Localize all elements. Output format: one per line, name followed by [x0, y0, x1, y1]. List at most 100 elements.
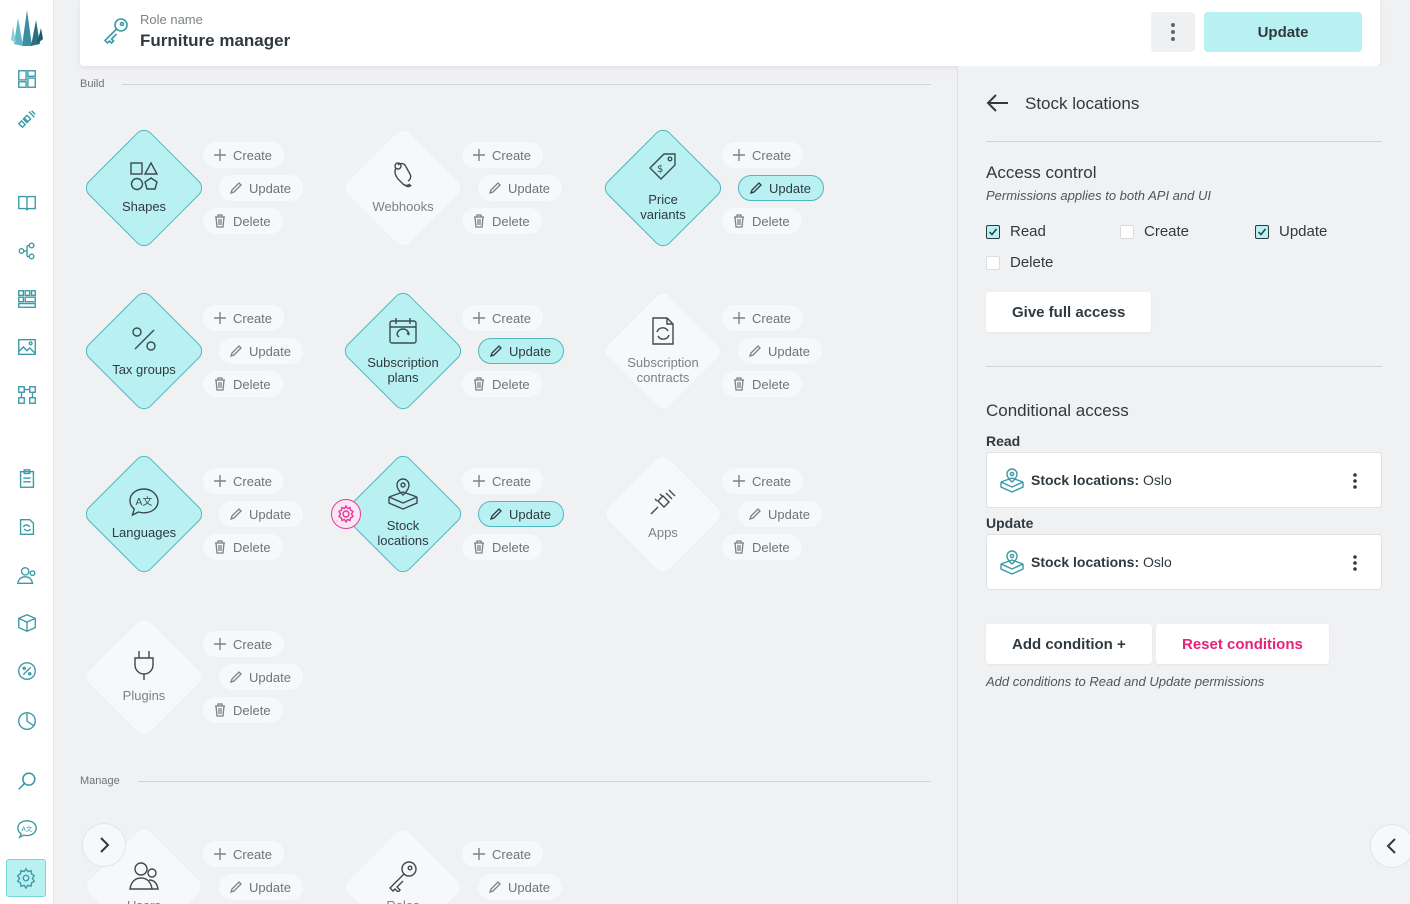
- checkbox-box[interactable]: [1255, 224, 1269, 239]
- expand-button[interactable]: [82, 823, 126, 867]
- create-permission-toggle[interactable]: Create: [203, 631, 285, 657]
- update-permission-toggle[interactable]: Update: [219, 501, 303, 527]
- delete-permission-toggle[interactable]: Delete: [462, 534, 542, 560]
- permission-tile-languages[interactable]: A文 Languages: [81, 451, 207, 577]
- plugin-icon: [126, 647, 162, 683]
- permission-tile-tax-groups[interactable]: Tax groups: [81, 288, 207, 414]
- permission-tile-subscription-contracts[interactable]: Subscription contracts: [600, 288, 726, 414]
- checkbox-box[interactable]: [986, 224, 1000, 239]
- permission-tile-apps[interactable]: Apps: [600, 451, 726, 577]
- translate-icon[interactable]: A文: [14, 816, 40, 842]
- delete-permission-toggle[interactable]: Delete: [462, 208, 542, 234]
- checkbox-box[interactable]: [986, 255, 1000, 270]
- plug-icon[interactable]: [14, 106, 40, 132]
- customers-icon[interactable]: [14, 562, 40, 588]
- collapse-panel-button[interactable]: [1370, 824, 1410, 868]
- clipboard-icon[interactable]: [14, 466, 40, 492]
- conditional-access-title: Conditional access: [986, 401, 1129, 420]
- condition-text: Stock locations: Oslo: [1031, 472, 1172, 488]
- settings-icon[interactable]: [6, 859, 46, 897]
- book-icon[interactable]: [14, 190, 40, 216]
- create-permission-toggle[interactable]: Create: [203, 142, 285, 168]
- permission-tile-roles[interactable]: Roles: [340, 824, 466, 904]
- pencil-icon: [229, 880, 249, 894]
- permission-update-checkbox[interactable]: Update: [1255, 223, 1327, 240]
- permission-tile-price-variants[interactable]: $ Price variants: [600, 125, 726, 251]
- pencil-icon: [749, 181, 769, 195]
- add-condition-button[interactable]: Add condition +: [986, 624, 1152, 664]
- permission-tile-shapes[interactable]: Shapes: [81, 125, 207, 251]
- update-permission-toggle[interactable]: Update: [219, 338, 303, 364]
- create-permission-toggle[interactable]: Create: [203, 841, 285, 867]
- update-permission-toggle[interactable]: Update: [478, 175, 562, 201]
- create-permission-toggle[interactable]: Create: [722, 142, 804, 168]
- condition-card[interactable]: Stock locations: Oslo: [986, 452, 1382, 508]
- permission-tile-plugins[interactable]: Plugins: [81, 614, 207, 740]
- permission-tile-webhooks[interactable]: Webhooks: [340, 125, 466, 251]
- more-options-button[interactable]: [1151, 12, 1195, 52]
- tree-icon[interactable]: [14, 238, 40, 264]
- dashboard-icon[interactable]: [14, 66, 40, 92]
- back-arrow-icon[interactable]: [986, 92, 1010, 114]
- tile-diamond[interactable]: [340, 288, 466, 414]
- flow-icon[interactable]: [14, 382, 40, 408]
- condition-more-button[interactable]: [1345, 469, 1365, 493]
- trash-icon: [213, 540, 233, 554]
- contract-icon: [645, 313, 681, 349]
- pie-chart-icon[interactable]: [14, 708, 40, 734]
- delete-permission-toggle[interactable]: Delete: [203, 697, 283, 723]
- update-permission-toggle[interactable]: Update: [738, 501, 822, 527]
- checkbox-box[interactable]: [1120, 224, 1134, 239]
- stock-location-icon: [999, 467, 1025, 493]
- toggle-label: Update: [508, 180, 550, 196]
- tile-diamond[interactable]: [600, 125, 726, 251]
- give-full-access-button[interactable]: Give full access: [986, 292, 1152, 332]
- tile-label: Subscription plans: [367, 355, 439, 385]
- condition-card[interactable]: Stock locations: Oslo: [986, 534, 1382, 590]
- percent-badge-icon[interactable]: [14, 658, 40, 684]
- delete-permission-toggle[interactable]: Delete: [722, 534, 802, 560]
- create-permission-toggle[interactable]: Create: [462, 468, 544, 494]
- trash-icon: [732, 540, 752, 554]
- update-permission-toggle[interactable]: Update: [738, 175, 824, 201]
- toggle-label: Create: [752, 147, 792, 163]
- update-role-button[interactable]: Update: [1204, 12, 1362, 52]
- create-permission-toggle[interactable]: Create: [203, 468, 285, 494]
- subscription-icon[interactable]: [14, 514, 40, 540]
- permission-create-checkbox[interactable]: Create: [1120, 223, 1189, 240]
- tile-label: Users: [82, 898, 206, 904]
- grid-icon[interactable]: [14, 286, 40, 312]
- condition-more-button[interactable]: [1345, 551, 1365, 575]
- permission-delete-checkbox[interactable]: Delete: [986, 254, 1053, 271]
- delete-permission-toggle[interactable]: Delete: [203, 208, 283, 234]
- reset-conditions-button[interactable]: Reset conditions: [1156, 624, 1329, 664]
- delete-permission-toggle[interactable]: Delete: [722, 371, 802, 397]
- search-icon[interactable]: [14, 768, 40, 794]
- create-permission-toggle[interactable]: Create: [722, 468, 804, 494]
- update-permission-toggle[interactable]: Update: [738, 338, 822, 364]
- create-permission-toggle[interactable]: Create: [462, 305, 544, 331]
- delete-permission-toggle[interactable]: Delete: [203, 371, 283, 397]
- image-icon[interactable]: [14, 334, 40, 360]
- condition-badge-icon[interactable]: [331, 499, 361, 529]
- create-permission-toggle[interactable]: Create: [462, 142, 544, 168]
- update-permission-toggle[interactable]: Update: [219, 874, 303, 900]
- permission-tile-subscription-plans[interactable]: Subscription plans: [340, 288, 466, 414]
- delete-permission-toggle[interactable]: Delete: [203, 534, 283, 560]
- delete-permission-toggle[interactable]: Delete: [462, 371, 542, 397]
- box-icon[interactable]: [14, 610, 40, 636]
- conditions-hint: Add conditions to Read and Update permis…: [986, 674, 1265, 689]
- create-permission-toggle[interactable]: Create: [203, 305, 285, 331]
- tile-diamond[interactable]: [600, 288, 726, 414]
- update-permission-toggle[interactable]: Update: [219, 175, 303, 201]
- delete-permission-toggle[interactable]: Delete: [722, 208, 802, 234]
- update-permission-toggle[interactable]: Update: [478, 501, 564, 527]
- permission-read-checkbox[interactable]: Read: [986, 223, 1046, 240]
- create-permission-toggle[interactable]: Create: [722, 305, 804, 331]
- update-permission-toggle[interactable]: Update: [478, 338, 564, 364]
- update-permission-toggle[interactable]: Update: [478, 874, 562, 900]
- create-permission-toggle[interactable]: Create: [462, 841, 544, 867]
- role-name-value[interactable]: Furniture manager: [140, 31, 290, 51]
- logo-icon[interactable]: [10, 6, 44, 50]
- update-permission-toggle[interactable]: Update: [219, 664, 303, 690]
